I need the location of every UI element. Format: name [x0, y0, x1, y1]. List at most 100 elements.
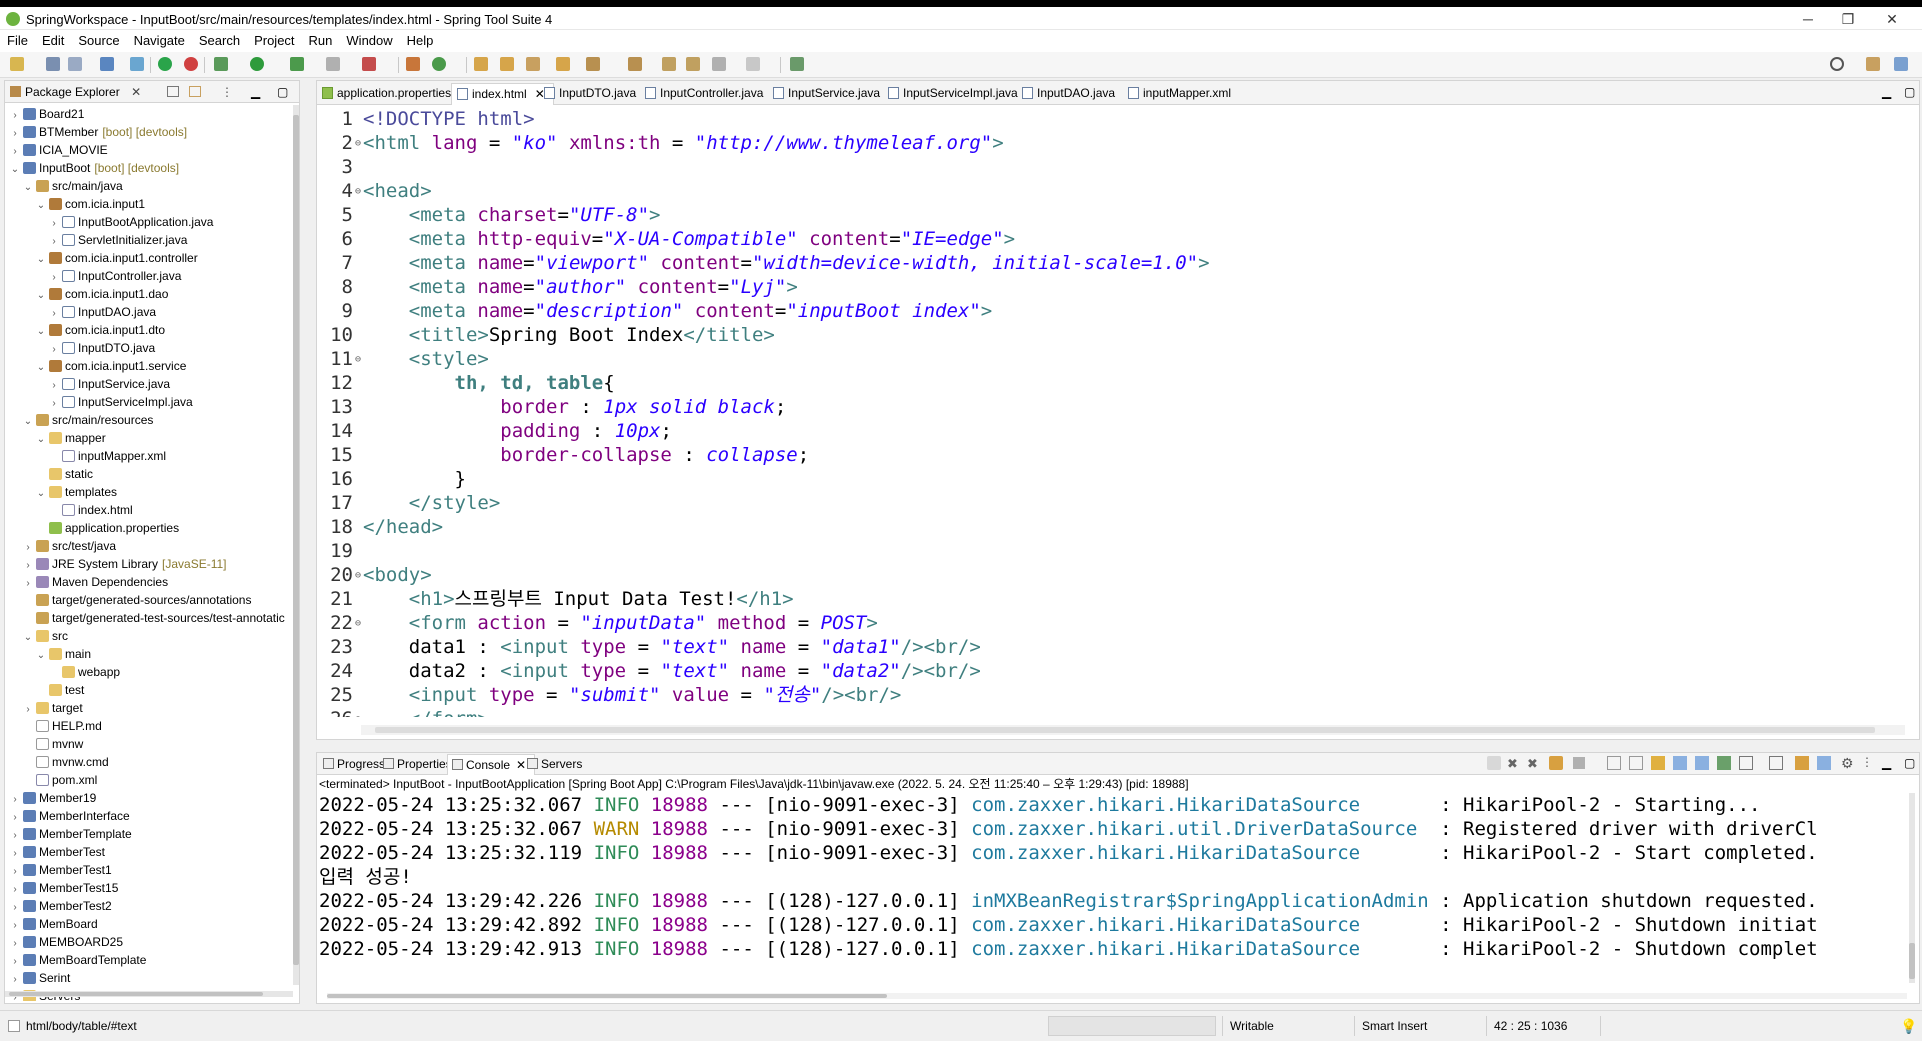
editor-tab[interactable]: InputServiceImpl.java [883, 83, 1026, 105]
fold-toggle-icon[interactable]: ⊖ [355, 180, 363, 204]
tree-item[interactable]: › MemberTest1 [5, 861, 297, 879]
console-copy-icon[interactable] [1795, 756, 1809, 770]
editor-maximize-icon[interactable]: ▢ [1904, 85, 1915, 99]
fold-toggle-icon[interactable]: ⊖ [355, 348, 363, 372]
editor-tab[interactable]: InputDAO.java [1017, 83, 1123, 105]
tree-item[interactable]: › MEMBOARD25 [5, 933, 297, 951]
lightbulb-icon[interactable]: 💡 [1900, 1018, 1917, 1035]
code-line[interactable]: 2 ⊖ <html lang = "ko" xmlns:th = "http://w… [317, 131, 1917, 155]
tree-item[interactable]: › MemBoardTemplate [5, 951, 297, 969]
fold-toggle-icon[interactable]: ⊖ [355, 612, 363, 636]
menu-edit[interactable]: Edit [35, 30, 71, 52]
tree-item[interactable]: application.properties [5, 519, 297, 537]
skip-breakpoints-icon[interactable] [130, 57, 144, 71]
new-java-project-icon[interactable] [406, 57, 420, 71]
tree-item[interactable]: › MemberTest2 [5, 897, 297, 915]
editor-tab[interactable]: InputService.java [768, 83, 888, 105]
last-edit-icon[interactable] [662, 57, 676, 71]
search-icon[interactable] [1830, 57, 1844, 71]
close-window-button[interactable]: ✕ [1872, 8, 1912, 30]
code-line[interactable]: 3 [317, 155, 1917, 179]
search-tool-icon[interactable] [526, 57, 540, 71]
view-menu-icon[interactable]: ⋮ [221, 85, 233, 99]
code-line[interactable]: 26⊖ </form> [317, 707, 1917, 717]
minimize-button[interactable]: ─ [1788, 8, 1828, 30]
console-hscroll-thumb[interactable] [327, 994, 887, 998]
menu-file[interactable]: File [0, 30, 35, 52]
tree-vertical-scrollbar[interactable] [293, 105, 299, 985]
toggle-mark-occurrences-icon[interactable] [556, 57, 570, 71]
menu-run[interactable]: Run [302, 30, 340, 52]
editor-tab[interactable]: inputMapper.xml [1123, 83, 1239, 105]
tree-horizontal-scrollbar[interactable] [5, 991, 293, 997]
open-task-icon[interactable] [500, 57, 514, 71]
console-select-icon[interactable] [1817, 756, 1831, 770]
new-class-icon[interactable] [432, 57, 446, 71]
tree-item[interactable]: target/generated-test-sources/test-annot… [5, 609, 297, 627]
tree-item[interactable]: test [5, 681, 297, 699]
editor-minimize-icon[interactable]: ▁ [1882, 85, 1891, 99]
external-tools-icon[interactable] [362, 57, 376, 71]
remove-all-terminated-icon[interactable]: ✖ [1507, 756, 1518, 772]
fold-toggle-icon[interactable]: ⊖ [355, 708, 363, 717]
minimize-view-icon[interactable]: ▁ [251, 85, 260, 99]
terminate-icon[interactable] [326, 57, 340, 71]
tree-item[interactable]: › MemBoard [5, 915, 297, 933]
tree-item[interactable]: › MemberTemplate [5, 825, 297, 843]
tree-item[interactable]: › InputService.java [5, 375, 297, 393]
tree-item[interactable]: pom.xml [5, 771, 297, 789]
code-line[interactable]: 5 <meta charset="UTF-8"> [317, 203, 1917, 227]
back-icon[interactable] [712, 57, 726, 71]
code-line[interactable]: 21 <h1>스프링부트 Input Data Test!</h1> [317, 587, 1917, 611]
tree-item[interactable]: › InputDTO.java [5, 339, 297, 357]
tab-package-explorer[interactable]: Package Explorer ✕ [5, 81, 149, 103]
save-icon[interactable] [46, 57, 60, 71]
tree-item[interactable]: static [5, 465, 297, 483]
code-line[interactable]: 25 <input type = "submit" value = "전송"/>… [317, 683, 1917, 707]
code-line[interactable]: 14 padding : 10px; [317, 419, 1917, 443]
code-line[interactable]: 20 ⊖ <body> [317, 563, 1917, 587]
tree-item[interactable]: ⌄ com.icia.input1.dto [5, 321, 297, 339]
tree-item[interactable]: › InputBootApplication.java [5, 213, 297, 231]
tree-item[interactable]: ⌄ templates [5, 483, 297, 501]
code-line[interactable]: 8 <meta name="author" content="Lyj"> [317, 275, 1917, 299]
bottom-tab[interactable]: Servers [523, 754, 590, 775]
open-console-icon[interactable] [1739, 756, 1753, 770]
tree-item[interactable]: › src/test/java [5, 537, 297, 555]
tree-item[interactable]: webapp [5, 663, 297, 681]
code-line[interactable]: 23 data1 : <input type = "text" name = "… [317, 635, 1917, 659]
view-menu-icon[interactable]: ⋮ [1861, 755, 1873, 769]
tree-item[interactable]: ⌄ InputBoot [boot] [devtools] [5, 159, 297, 177]
terminate-console-icon[interactable] [1573, 757, 1585, 769]
menu-window[interactable]: Window [339, 30, 399, 52]
tree-item[interactable]: › Serint [5, 969, 297, 987]
remove-launch-icon[interactable] [1487, 756, 1501, 770]
next-annotation-icon[interactable] [586, 57, 600, 71]
menu-project[interactable]: Project [247, 30, 301, 52]
forward-edit-icon[interactable] [686, 57, 700, 71]
tree-item[interactable]: ⌄ src/main/resources [5, 411, 297, 429]
code-line[interactable]: 6 <meta http-equiv="X-UA-Compatible" con… [317, 227, 1917, 251]
tree-item[interactable]: mvnw [5, 735, 297, 753]
code-line[interactable]: 15 border-collapse : collapse; [317, 443, 1917, 467]
tree-item[interactable]: ⌄ com.icia.input1.service [5, 357, 297, 375]
tree-item[interactable]: › Board21 [5, 105, 297, 123]
tree-item[interactable]: ⌄ main [5, 645, 297, 663]
tree-item[interactable]: › MemberTest [5, 843, 297, 861]
maximize-button[interactable]: ❐ [1828, 8, 1868, 30]
word-wrap-icon[interactable] [1629, 756, 1643, 770]
tree-item[interactable]: › InputServiceImpl.java [5, 393, 297, 411]
tree-item[interactable]: ⌄ com.icia.input1.controller [5, 249, 297, 267]
editor-hscroll-thumb[interactable] [375, 727, 1875, 733]
console-output[interactable]: 2022-05-24 13:25:32.067 INFO 18988 --- [… [317, 793, 1913, 993]
tree-item[interactable]: › ICIA_MOVIE [5, 141, 297, 159]
tree-item[interactable]: ⌄ com.icia.input1 [5, 195, 297, 213]
show-on-error-icon[interactable] [1673, 756, 1687, 770]
bottom-maximize-icon[interactable]: ▢ [1904, 756, 1915, 770]
open-perspective-icon[interactable] [1866, 57, 1880, 71]
code-line[interactable]: 24 data2 : <input type = "text" name = "… [317, 659, 1917, 683]
tree-item[interactable]: › MemberInterface [5, 807, 297, 825]
code-line[interactable]: 22 ⊖ <form action = "inputData" method = … [317, 611, 1917, 635]
code-line[interactable]: 18 </head> [317, 515, 1917, 539]
tree-hscroll-thumb[interactable] [9, 992, 263, 996]
